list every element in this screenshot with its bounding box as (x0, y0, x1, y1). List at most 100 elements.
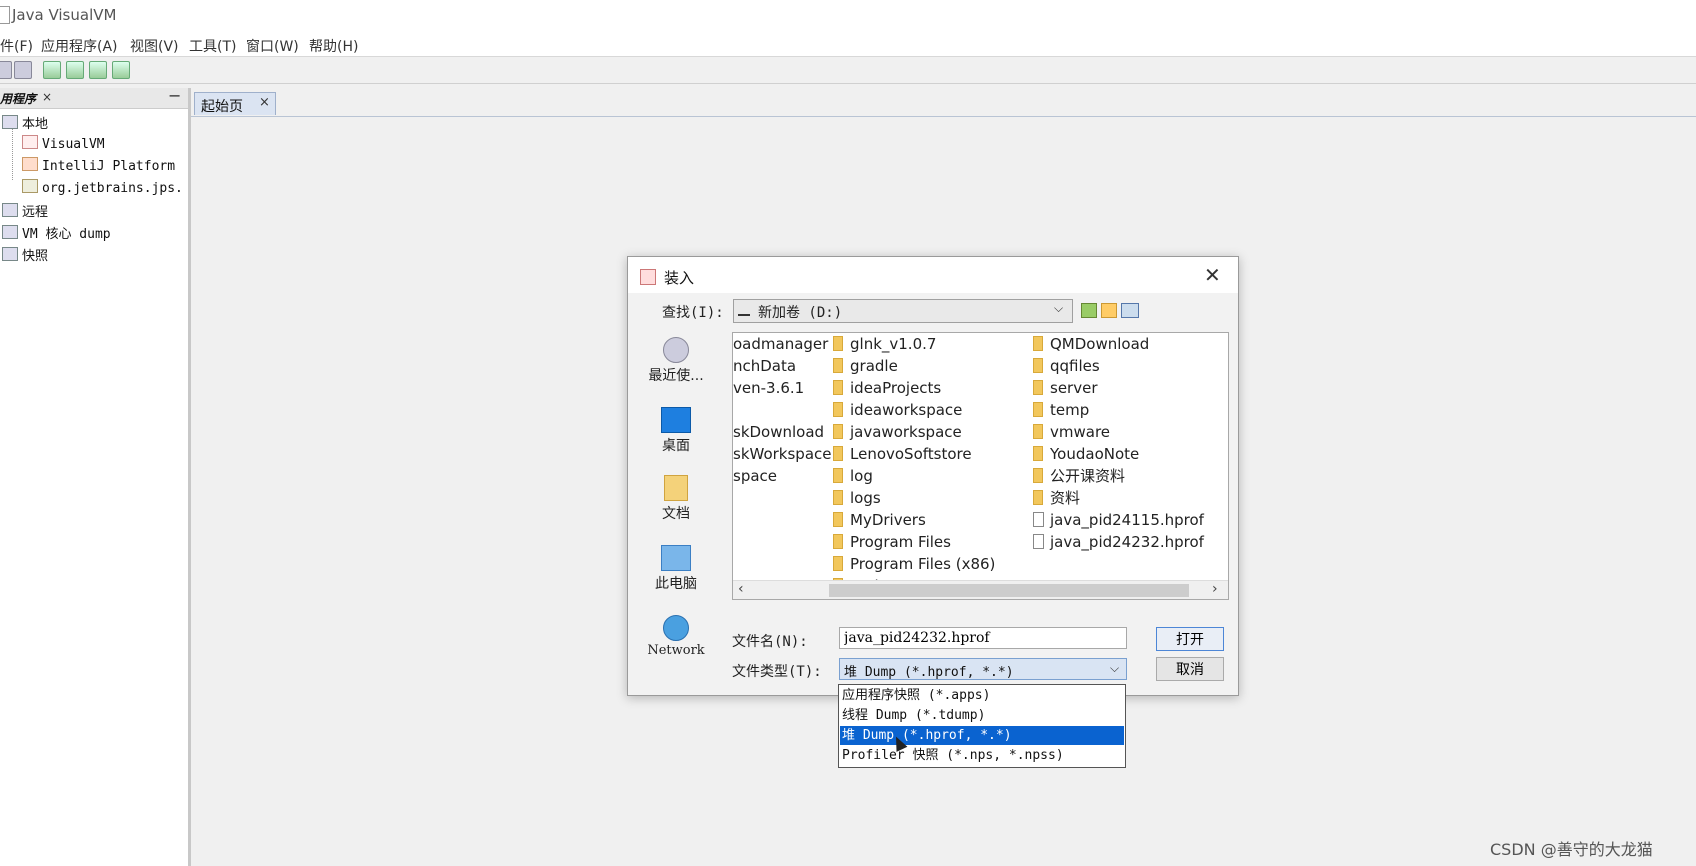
list-item[interactable]: QMDownload (1033, 333, 1204, 355)
menu-window[interactable]: 窗口(W) (246, 36, 299, 56)
list-item[interactable]: java_pid24232.hprof (1033, 531, 1204, 553)
tab-close-icon[interactable]: × (259, 95, 270, 110)
list-item[interactable]: MyDrivers (833, 509, 995, 531)
horizontal-scrollbar[interactable]: ‹ › (733, 580, 1228, 599)
heap-dump-icon[interactable] (66, 61, 84, 79)
tree-node-snapshots[interactable]: 快照 (2, 245, 48, 264)
cancel-button[interactable]: 取消 (1156, 657, 1224, 681)
filetype-option-apps[interactable]: 应用程序快照 (*.apps) (840, 686, 1124, 705)
menu-tools[interactable]: 工具(T) (189, 36, 236, 56)
open-button[interactable]: 打开 (1156, 627, 1224, 651)
list-item[interactable]: oadmanager (733, 333, 832, 355)
list-item[interactable]: ideaworkspace (833, 399, 995, 421)
chevron-down-icon: ⌵ (1054, 301, 1064, 315)
network-icon (663, 615, 689, 641)
scroll-left-icon[interactable]: ‹ (738, 581, 744, 597)
list-item[interactable]: temp (1033, 399, 1204, 421)
file-icon (1033, 512, 1044, 527)
menu-file[interactable]: 件(F) (0, 36, 33, 56)
folder-icon (833, 380, 843, 395)
menu-application[interactable]: 应用程序(A) (41, 36, 118, 56)
list-item[interactable]: java_pid24115.hprof (1033, 509, 1204, 531)
add-jmx-icon[interactable] (43, 61, 61, 79)
lookin-dropdown[interactable]: 新加卷 (D:) ⌵ (733, 299, 1073, 323)
place-desktop[interactable]: 桌面 (636, 407, 716, 455)
folder-icon (833, 534, 843, 549)
applications-tab-close-icon[interactable]: × (42, 90, 52, 104)
filetype-label: 文件类型(T): (732, 664, 822, 680)
list-item[interactable]: space (733, 465, 832, 487)
save-icon[interactable] (14, 61, 32, 79)
tree-node-intellij[interactable]: IntelliJ Platform (22, 157, 175, 174)
list-item[interactable]: vmware (1033, 421, 1204, 443)
coredump-icon (2, 225, 18, 239)
menu-bar: 件(F) 应用程序(A) 视图(V) 工具(T) 窗口(W) 帮助(H) (0, 30, 1696, 57)
filename-input[interactable] (839, 627, 1127, 649)
folder-icon (1033, 468, 1043, 483)
filetype-dropdown[interactable]: 堆 Dump (*.hprof, *.*) ⌵ (839, 658, 1127, 680)
folder-icon (833, 512, 843, 527)
tree-node-remote[interactable]: 远程 (2, 201, 48, 220)
list-item[interactable]: ven-3.6.1 (733, 377, 832, 399)
menu-view[interactable]: 视图(V) (130, 36, 179, 56)
file-column-2: glnk_v1.0.7 gradle ideaProjects ideawork… (833, 333, 995, 597)
snapshot-icon[interactable] (112, 61, 130, 79)
tab-start-page-label: 起始页 (201, 99, 243, 115)
filetype-option-hprof[interactable]: 堆 Dump (*.hprof, *.*) (840, 726, 1124, 745)
new-folder-icon[interactable] (1101, 303, 1117, 318)
place-network[interactable]: Network (636, 615, 716, 658)
list-item[interactable]: 资料 (1033, 487, 1204, 509)
thread-dump-icon[interactable] (89, 61, 107, 79)
list-item[interactable]: gradle (833, 355, 995, 377)
dialog-app-icon (640, 269, 656, 285)
applications-tab[interactable]: 用程序 (0, 90, 36, 107)
desktop-icon (661, 407, 691, 433)
place-documents[interactable]: 文档 (636, 475, 716, 523)
list-item[interactable]: nchData (733, 355, 832, 377)
folder-icon (833, 468, 843, 483)
list-item[interactable]: skDownload (733, 421, 832, 443)
view-menu-icon[interactable] (1121, 303, 1139, 318)
up-folder-icon[interactable] (1081, 303, 1097, 318)
place-this-pc[interactable]: 此电脑 (636, 545, 716, 593)
list-item[interactable]: javaworkspace (833, 421, 995, 443)
list-item[interactable]: log (833, 465, 995, 487)
folder-icon (833, 336, 843, 351)
computer-icon (661, 545, 691, 571)
tree-node-coredump[interactable]: VM 核心 dump (2, 223, 111, 242)
dialog-close-icon[interactable]: ✕ (1204, 263, 1221, 287)
tree-node-local[interactable]: 本地 (2, 113, 48, 132)
list-item[interactable]: ideaProjects (833, 377, 995, 399)
list-item[interactable]: LenovoSoftstore (833, 443, 995, 465)
list-item[interactable] (733, 399, 832, 421)
minimize-icon[interactable]: − (168, 86, 181, 105)
list-item[interactable]: qqfiles (1033, 355, 1204, 377)
tree-node-visualvm[interactable]: VisualVM (22, 135, 105, 152)
place-recent[interactable]: 最近使... (636, 337, 716, 385)
tab-start-page[interactable]: 起始页 × (194, 92, 276, 115)
list-item[interactable]: 公开课资料 (1033, 465, 1204, 487)
scroll-right-icon[interactable]: › (1212, 581, 1218, 597)
menu-help[interactable]: 帮助(H) (309, 36, 358, 56)
filetype-option-tdump[interactable]: 线程 Dump (*.tdump) (840, 706, 1124, 725)
lookin-value: 新加卷 (D:) (758, 305, 843, 321)
remote-host-icon (2, 203, 18, 217)
list-item[interactable]: Program Files (x86) (833, 553, 995, 575)
folder-icon (1033, 424, 1043, 439)
folder-icon (833, 424, 843, 439)
file-list[interactable]: oadmanager nchData ven-3.6.1 skDownload … (732, 332, 1229, 600)
list-item[interactable]: server (1033, 377, 1204, 399)
chevron-down-icon: ⌵ (1110, 661, 1120, 675)
list-item[interactable]: Program Files (833, 531, 995, 553)
list-item[interactable]: YoudaoNote (1033, 443, 1204, 465)
list-item[interactable]: glnk_v1.0.7 (833, 333, 995, 355)
list-item[interactable]: logs (833, 487, 995, 509)
open-icon[interactable] (0, 61, 12, 79)
recent-items-icon (663, 337, 689, 363)
documents-icon (664, 475, 688, 501)
scroll-thumb[interactable] (829, 584, 1189, 597)
list-item[interactable]: skWorkspace (733, 443, 832, 465)
filetype-option-nps[interactable]: Profiler 快照 (*.nps, *.npss) (840, 746, 1124, 765)
visualvm-app-icon (22, 135, 38, 149)
tree-node-jps[interactable]: org.jetbrains.jps. (22, 179, 183, 196)
